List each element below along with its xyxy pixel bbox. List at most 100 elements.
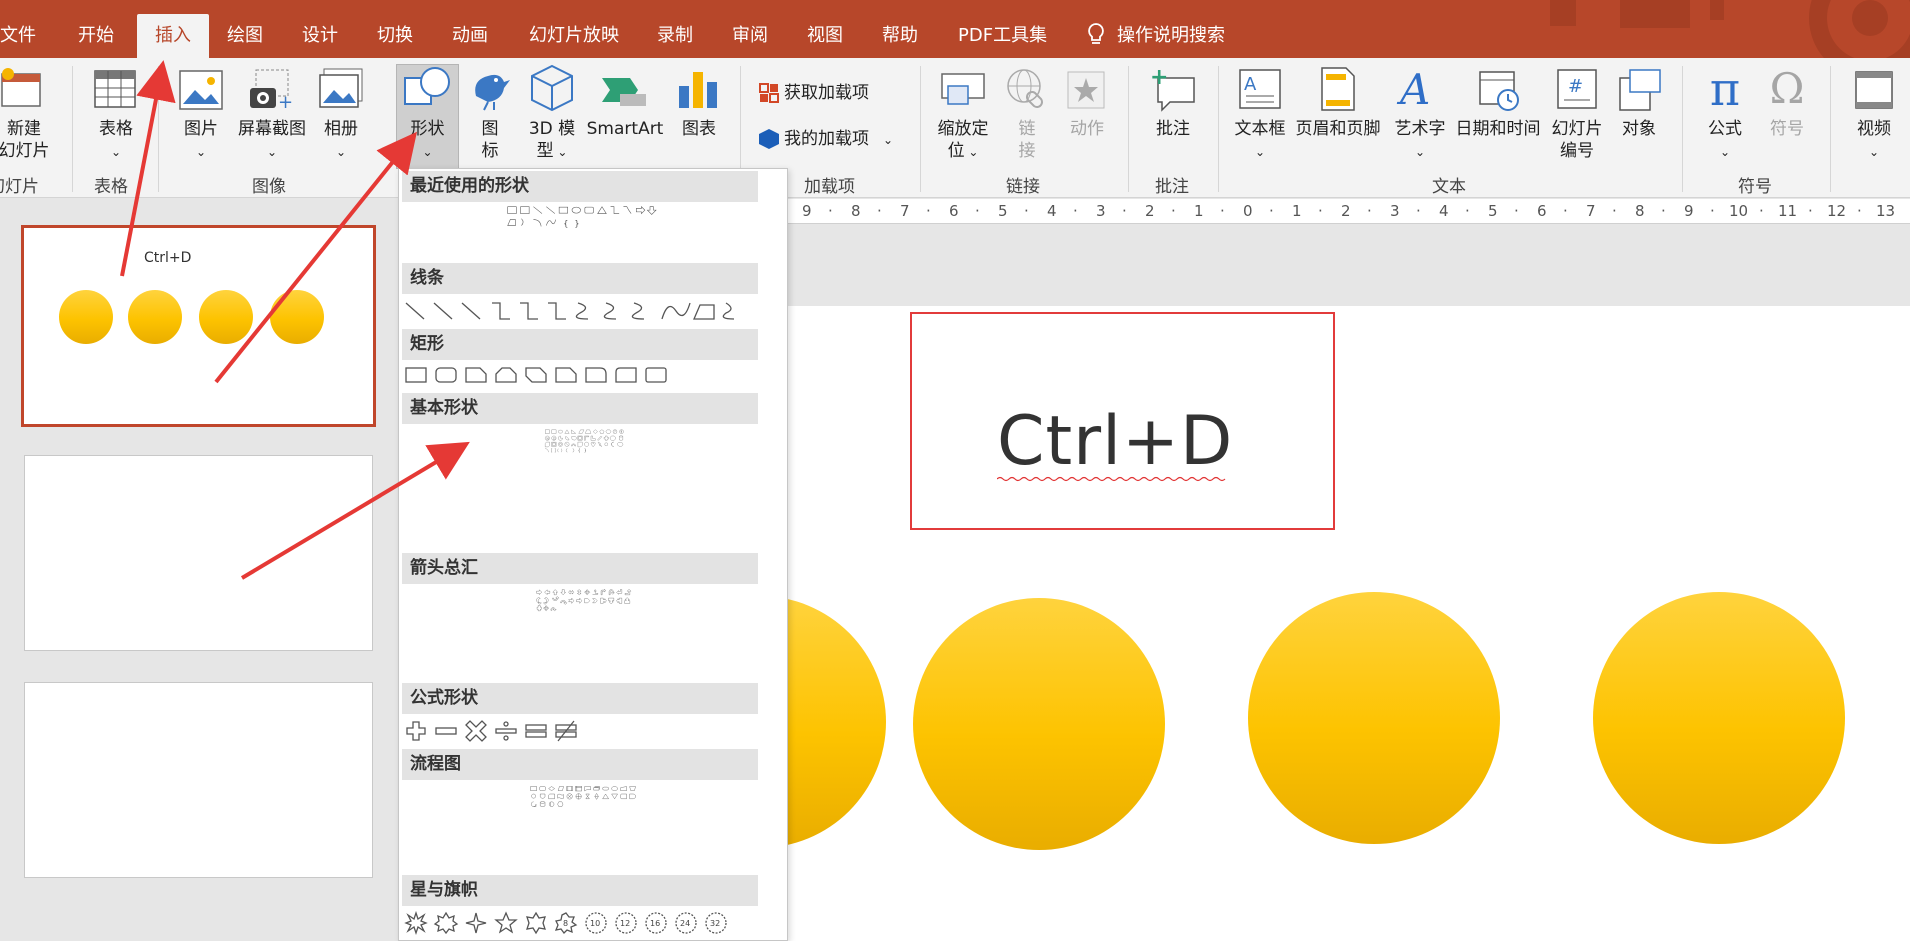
picture-label: 图片	[184, 119, 218, 139]
textbox-label: 文本框	[1234, 119, 1286, 139]
slide-thumbnail-2[interactable]	[24, 455, 373, 651]
ruler-dot: ·	[975, 202, 980, 220]
symbol-label: 符号	[1770, 119, 1804, 139]
chart-button[interactable]: 图表	[676, 118, 722, 140]
slide-textbox[interactable]: Ctrl+D	[910, 312, 1335, 530]
group-label-text: 文本	[1432, 177, 1466, 197]
ruler-dot: ·	[1612, 202, 1617, 220]
stars-banners-row[interactable]: 8 10 12 16 24 32	[404, 911, 764, 941]
ruler-tick: 13	[1876, 202, 1896, 220]
ruler-dot: ·	[1465, 202, 1470, 220]
svg-text:A: A	[1396, 66, 1430, 112]
wordart-label: 艺术字	[1394, 119, 1446, 139]
group-separator	[158, 66, 159, 192]
search-box[interactable]: 操作说明搜索	[1085, 14, 1225, 58]
tab-insert[interactable]: 插入	[137, 14, 209, 58]
slide-circle[interactable]	[1593, 592, 1845, 844]
picture-button[interactable]: 图片 ⌄	[178, 118, 224, 163]
tab-view[interactable]: 视图	[807, 14, 843, 58]
object-button[interactable]: 对象	[1616, 118, 1662, 140]
tab-label: 开始	[78, 25, 114, 46]
lightbulb-icon	[1088, 23, 1104, 44]
slide-number-button[interactable]: 幻灯片 编号	[1548, 118, 1606, 162]
slide-text: Ctrl+D	[997, 402, 1234, 481]
ruler-tick: 12	[1827, 202, 1847, 220]
equation-label: 公式	[1708, 119, 1742, 139]
album-button[interactable]: 相册 ⌄	[318, 118, 364, 163]
search-label: 操作说明搜索	[1117, 25, 1225, 46]
horizontal-ruler: 9 · 8 · 7 · 6 · 5 · 4 · 3 · 2 · 1 · 0 · 1 · 2 · 3 · 4 · 5 · 6 · 7 · 8 · 9 · 10…	[784, 199, 1910, 224]
textbox-button[interactable]: 文本框 ⌄	[1234, 118, 1286, 163]
tab-transitions[interactable]: 切换	[377, 14, 413, 58]
tab-label: 插入	[155, 25, 191, 46]
ruler-tick: 3	[1390, 202, 1400, 220]
block-arrows-grid[interactable]	[404, 589, 764, 613]
flowchart-grid[interactable]	[404, 785, 764, 809]
album-label: 相册	[324, 119, 358, 139]
new-slide-button[interactable]: 新建 幻灯片	[0, 118, 58, 162]
group-label-images: 图像	[252, 177, 286, 197]
tab-slideshow[interactable]: 幻灯片放映	[529, 14, 619, 58]
recent-shapes-row[interactable]: {}	[404, 205, 764, 229]
basic-shapes-grid[interactable]: 10 12 7 8 { }	[404, 429, 764, 453]
tab-pdf-tools[interactable]: PDF工具集	[958, 14, 1047, 58]
tab-draw[interactable]: 绘图	[227, 14, 263, 58]
ruler-tick: 9	[802, 202, 812, 220]
ruler-dot: ·	[1318, 202, 1323, 220]
3d-model-label: 3D 模 型	[528, 119, 576, 161]
equation-button[interactable]: 公式 ⌄	[1700, 118, 1750, 163]
datetime-button[interactable]: 日期和时间	[1452, 118, 1544, 140]
ruler-dot: ·	[1367, 202, 1372, 220]
tab-file[interactable]: 文件	[0, 14, 46, 58]
wordart-button[interactable]: 艺术字 ⌄	[1392, 118, 1448, 163]
svg-text:+: +	[278, 92, 292, 112]
my-addins-button[interactable]: 我的加载项 ⌄	[784, 128, 893, 151]
tab-design[interactable]: 设计	[302, 14, 338, 58]
slide-circle[interactable]	[1248, 592, 1500, 844]
ruler-dot: ·	[926, 202, 931, 220]
table-button[interactable]: 表格 ⌄	[94, 118, 138, 163]
icons-button[interactable]: 图 标	[474, 118, 506, 162]
zoom-button[interactable]: 缩放定 位 ⌄	[932, 118, 994, 163]
link-button[interactable]: 链 接	[1012, 118, 1042, 162]
thumbnail-circle	[128, 290, 182, 344]
ruler-dot: ·	[1710, 202, 1715, 220]
tab-animations[interactable]: 动画	[452, 14, 488, 58]
tab-review[interactable]: 审阅	[732, 14, 768, 58]
rectangles-row[interactable]	[404, 363, 764, 387]
3d-model-button[interactable]: 3D 模 型 ⌄	[522, 118, 582, 163]
comment-button[interactable]: 批注	[1150, 118, 1196, 140]
chart-icon	[679, 72, 717, 108]
smartart-button[interactable]: SmartArt	[584, 118, 666, 140]
tab-record[interactable]: 录制	[657, 14, 693, 58]
action-button[interactable]: 动作	[1064, 118, 1110, 140]
equation-shapes-row[interactable]	[404, 719, 764, 743]
video-button[interactable]: 视频 ⌄	[1850, 118, 1898, 163]
chevron-down-icon: ⌄	[1254, 145, 1266, 159]
thumbnail-text: Ctrl+D	[144, 250, 192, 266]
slide-thumbnail-1[interactable]: Ctrl+D	[21, 225, 376, 427]
ruler-dot: ·	[1024, 202, 1029, 220]
datetime-label: 日期和时间	[1455, 119, 1541, 139]
screenshot-button[interactable]: 屏幕截图 ⌄	[232, 118, 312, 163]
smartart-label: SmartArt	[586, 119, 664, 139]
tab-help[interactable]: 帮助	[882, 14, 918, 58]
slide-circle[interactable]	[913, 598, 1165, 850]
slide-thumbnail-3[interactable]	[24, 682, 373, 878]
chevron-down-icon: ⌄	[553, 145, 568, 159]
ruler-tick: 3	[1096, 202, 1106, 220]
new-slide-icon	[1, 68, 41, 107]
header-footer-button[interactable]: 页眉和页脚	[1292, 118, 1384, 140]
symbol-button[interactable]: 符号	[1764, 118, 1810, 140]
ruler-dot: ·	[877, 202, 882, 220]
comment-icon: +	[1150, 68, 1195, 112]
section-recent-shapes: 最近使用的形状	[402, 171, 758, 202]
ruler-tick: 2	[1145, 202, 1155, 220]
get-addins-button[interactable]: 获取加载项	[784, 82, 869, 104]
slide-number-label: 幻灯片 编号	[1551, 119, 1603, 161]
svg-text:12: 12	[620, 919, 630, 928]
ruler-tick: 11	[1778, 202, 1798, 220]
thumbnail-circle	[199, 290, 253, 344]
tab-home[interactable]: 开始	[78, 14, 114, 58]
lines-row[interactable]	[404, 299, 764, 323]
